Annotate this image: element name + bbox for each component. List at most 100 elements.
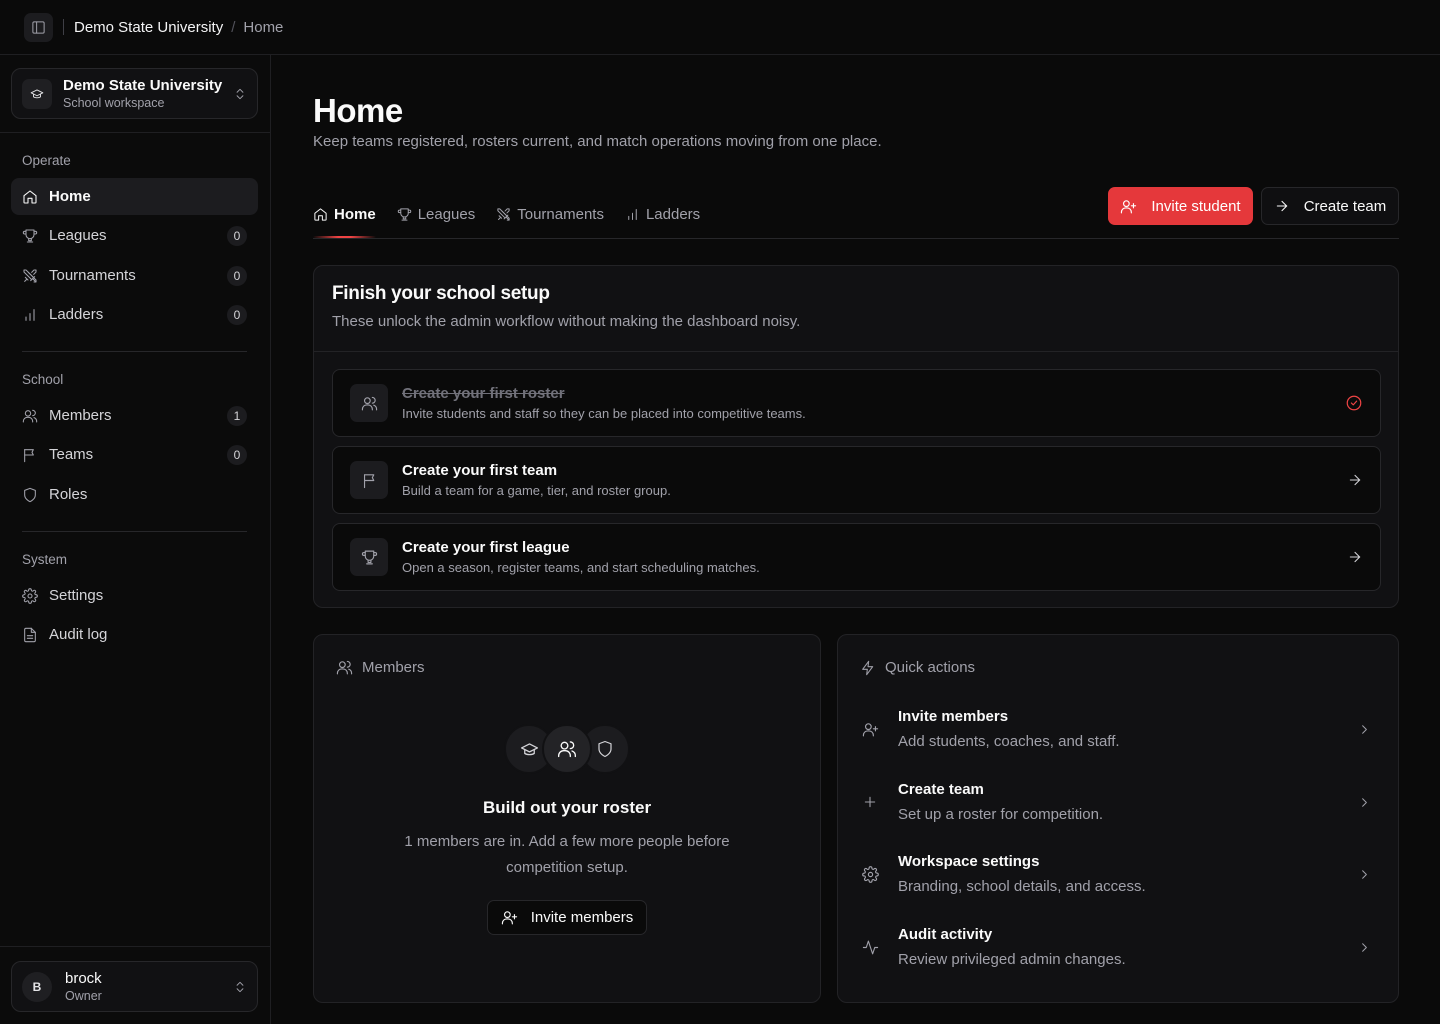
- workspace-name: Demo State University: [63, 76, 223, 94]
- sidebar-item-label: Ladders: [49, 306, 104, 323]
- quick-action-title: Invite members: [898, 707, 1009, 725]
- setup-step-team[interactable]: Create your first team Build a team for …: [332, 446, 1381, 514]
- sidebar-toggle-button[interactable]: [24, 12, 53, 42]
- sidebar: Demo State University School workspace O…: [0, 55, 271, 1024]
- quick-action-create-team[interactable]: Create team Set up a roster for competit…: [860, 772, 1380, 832]
- sidebar-item-label: Teams: [49, 446, 94, 463]
- quick-action-audit-activity[interactable]: Audit activity Review privileged admin c…: [860, 917, 1380, 977]
- sidebar-item-label: Audit log: [49, 626, 108, 643]
- tab-bar: Home Leagues Tournaments Ladders: [313, 200, 721, 238]
- sidebar-item-members[interactable]: Members 1: [11, 397, 258, 434]
- swords-icon: [23, 268, 37, 283]
- user-plus-icon: [862, 722, 878, 736]
- user-name: brock: [65, 969, 102, 987]
- gear-icon: [22, 587, 38, 604]
- breadcrumb-root[interactable]: Demo State University: [74, 19, 223, 36]
- trophy-icon: [397, 207, 411, 221]
- setup-title: Finish your school setup: [332, 283, 550, 304]
- lightning-icon: [862, 660, 874, 675]
- arrow-right-icon: [1349, 551, 1361, 563]
- user-menu[interactable]: B brock Owner: [11, 961, 258, 1012]
- breadcrumb-current: Home: [243, 18, 284, 36]
- count-badge: 1: [227, 405, 247, 426]
- file-text-icon: [24, 627, 36, 642]
- divider: [0, 132, 270, 133]
- graduation-cap-icon: [22, 78, 52, 109]
- user-plus-icon: [1121, 199, 1137, 213]
- divider: [22, 351, 247, 352]
- sidebar-item-leagues[interactable]: Leagues 0: [11, 217, 258, 254]
- tab-label: Home: [334, 205, 376, 223]
- members-card-header: Members: [336, 659, 425, 676]
- check-circle-icon: [1346, 395, 1362, 411]
- arrow-right-icon: [1349, 474, 1361, 486]
- home-icon: [314, 207, 327, 221]
- user-plus-icon: [501, 911, 517, 925]
- chevron-right-icon: [1362, 724, 1367, 734]
- quick-action-description: Set up a roster for competition.: [898, 805, 1104, 823]
- create-team-button[interactable]: Create team: [1261, 187, 1399, 225]
- divider: [63, 19, 64, 35]
- shield-icon: [24, 487, 36, 502]
- step-title: Create your first roster: [402, 384, 565, 402]
- home-icon: [23, 189, 37, 204]
- flag-icon: [350, 461, 388, 499]
- workspace-switcher[interactable]: Demo State University School workspace: [11, 68, 258, 119]
- quick-action-description: Add students, coaches, and staff.: [898, 732, 1120, 750]
- divider: [313, 238, 1399, 239]
- tab-leagues[interactable]: Leagues: [397, 200, 475, 228]
- chevrons-up-down-icon: [236, 981, 244, 992]
- members-card: Members Build out your roster 1 members …: [313, 634, 821, 1003]
- setup-step-league[interactable]: Create your first league Open a season, …: [332, 523, 1381, 591]
- sidebar-item-tournaments[interactable]: Tournaments 0: [11, 257, 258, 294]
- sidebar-item-ladders[interactable]: Ladders 0: [11, 296, 258, 333]
- nav-group-school: School: [22, 372, 64, 387]
- sidebar-item-label: Roles: [49, 486, 88, 503]
- setup-subtitle: These unlock the admin workflow without …: [332, 313, 801, 330]
- sidebar-item-label: Settings: [49, 587, 104, 604]
- invite-student-button[interactable]: Invite student: [1108, 187, 1253, 225]
- card-heading: Members: [362, 659, 425, 676]
- count-badge: 0: [227, 444, 247, 465]
- breadcrumb: Demo State University / Home: [74, 19, 283, 36]
- tab-ladders[interactable]: Ladders: [625, 200, 700, 228]
- sidebar-item-label: Members: [49, 407, 112, 424]
- quick-actions-card: Quick actions Invite members Add student…: [837, 634, 1399, 1003]
- button-label: Create team: [1303, 197, 1387, 215]
- divider: [22, 531, 247, 532]
- avatar: B: [22, 971, 52, 1002]
- sidebar-item-home[interactable]: Home: [11, 178, 258, 215]
- divider: [0, 946, 270, 947]
- invite-members-button[interactable]: Invite members: [487, 900, 647, 935]
- sidebar-item-label: Leagues: [49, 227, 107, 244]
- users-icon: [350, 384, 388, 422]
- sidebar-item-teams[interactable]: Teams 0: [11, 436, 258, 473]
- quick-action-invite-members[interactable]: Invite members Add students, coaches, an…: [860, 699, 1380, 759]
- avatar-stack: [504, 724, 630, 774]
- activity-icon: [862, 940, 878, 954]
- gear-icon: [861, 865, 879, 883]
- trophy-icon: [22, 228, 38, 243]
- sidebar-item-settings[interactable]: Settings: [11, 577, 258, 614]
- step-description: Build a team for a game, tier, and roste…: [402, 482, 671, 498]
- flag-icon: [24, 448, 34, 462]
- tab-label: Ladders: [645, 205, 701, 223]
- quick-action-description: Branding, school details, and access.: [898, 877, 1146, 895]
- chevron-right-icon: [1362, 869, 1367, 879]
- sidebar-item-roles[interactable]: Roles: [11, 476, 258, 513]
- quick-action-description: Review privileged admin changes.: [898, 950, 1126, 968]
- step-title: Create your first league: [402, 538, 570, 556]
- trophy-icon: [350, 538, 388, 576]
- step-description: Open a season, register teams, and start…: [402, 559, 760, 575]
- users-icon: [336, 660, 353, 675]
- sidebar-item-audit-log[interactable]: Audit log: [11, 616, 258, 653]
- arrow-right-icon: [1276, 200, 1287, 212]
- tab-home[interactable]: Home: [313, 200, 376, 238]
- tab-tournaments[interactable]: Tournaments: [496, 200, 604, 228]
- nav-group-operate: Operate: [22, 153, 71, 168]
- top-bar: Demo State University / Home: [0, 0, 1440, 55]
- step-title: Create your first team: [402, 461, 558, 479]
- quick-action-workspace-settings[interactable]: Workspace settings Branding, school deta…: [860, 844, 1380, 904]
- quick-action-title: Create team: [898, 780, 984, 798]
- setup-step-roster[interactable]: Create your first roster Invite students…: [332, 369, 1381, 437]
